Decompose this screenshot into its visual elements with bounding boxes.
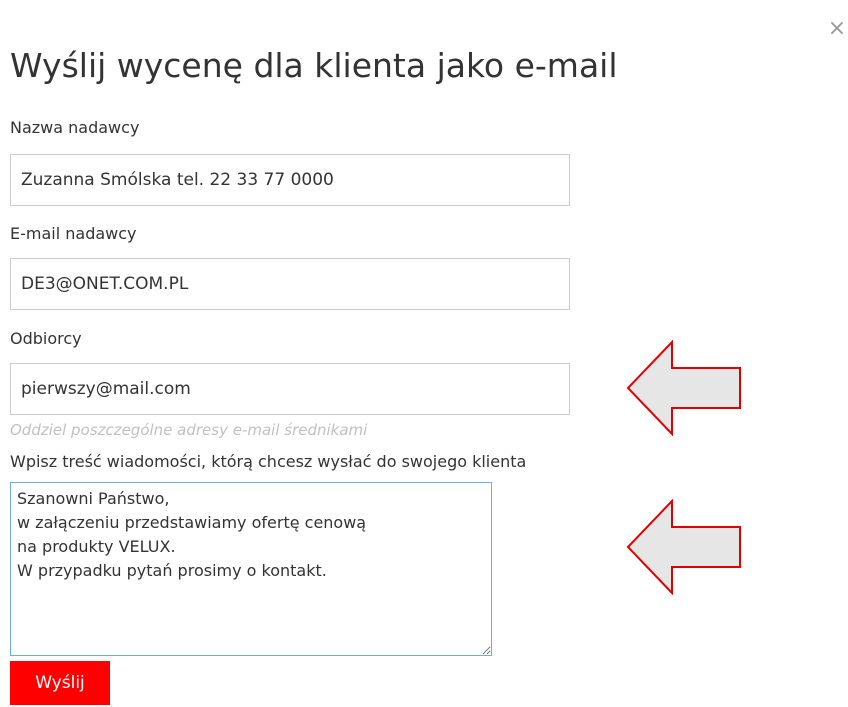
close-icon[interactable]: ×	[826, 18, 848, 40]
recipients-field[interactable]	[10, 363, 570, 415]
left-arrow-icon	[626, 499, 741, 595]
message-textarea[interactable]: Szanowni Państwo, w załączeniu przedstaw…	[10, 482, 492, 656]
dialog-title: Wyślij wycenę dla klienta jako e-mail	[10, 46, 618, 85]
sender-name-label: Nazwa nadawcy	[10, 118, 140, 137]
sender-name-field[interactable]	[10, 154, 570, 206]
recipients-hint: Oddziel poszczególne adresy e-mail średn…	[10, 421, 368, 439]
sender-email-field[interactable]	[10, 258, 570, 310]
message-label: Wpisz treść wiadomości, którą chcesz wys…	[10, 452, 527, 471]
send-button[interactable]: Wyślij	[10, 661, 110, 705]
left-arrow-icon	[626, 340, 741, 436]
recipients-label: Odbiorcy	[10, 329, 82, 348]
sender-email-label: E-mail nadawcy	[10, 224, 137, 243]
